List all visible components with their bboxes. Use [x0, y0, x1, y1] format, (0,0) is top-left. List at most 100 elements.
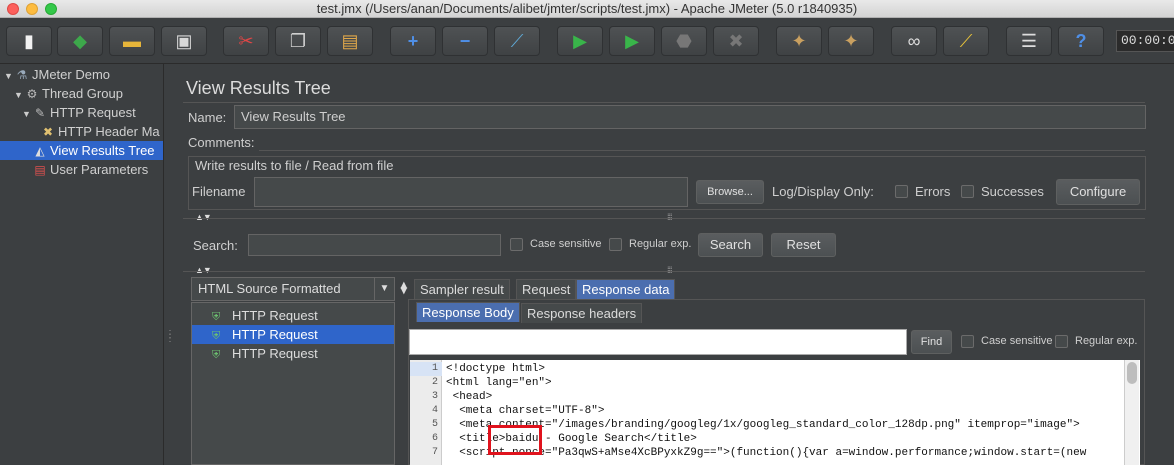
open-button[interactable]: ▬ — [109, 26, 155, 56]
code-line: <!doctype html> — [446, 363, 546, 375]
reset-search-button[interactable]: ⟋ — [943, 26, 989, 56]
list-icon: ☰ — [1020, 30, 1038, 51]
case-sensitive-checkbox[interactable] — [510, 238, 523, 251]
expand-arrow-icon[interactable]: ▼ — [22, 105, 32, 124]
filename-input[interactable] — [254, 177, 688, 207]
splitter-grip-icon[interactable]: ⁞⁞⁞ — [667, 212, 672, 222]
pen-icon: ✎ — [34, 106, 46, 120]
divider-grip-icon[interactable]: ⋮ ⋮ — [165, 330, 175, 344]
list-item[interactable]: ⛨ HTTP Request — [192, 306, 394, 325]
tree-item-view-results-tree[interactable]: ◭ View Results Tree — [0, 141, 163, 160]
comments-field[interactable] — [259, 150, 1145, 151]
tree-item-thread-group[interactable]: ▼ ⚙ Thread Group — [14, 84, 123, 103]
help-button[interactable]: ? — [1058, 26, 1104, 56]
function-helper-button[interactable]: ☰ — [1006, 26, 1052, 56]
new-button[interactable]: ▮ — [6, 26, 52, 56]
sample-result-list: ⛨ HTTP Request ⛨ HTTP Request ⛨ HTTP Reques… — [191, 302, 395, 465]
tab-response-body[interactable]: Response Body — [416, 302, 520, 322]
cut-button[interactable]: ✂ — [223, 26, 269, 56]
binoculars-icon: ∞ — [907, 30, 921, 51]
broom-icon: ⟋ — [959, 30, 973, 51]
search-label: Search: — [193, 238, 238, 253]
paste-button[interactable]: ▤ — [327, 26, 373, 56]
renderer-value: HTML Source Formatted — [198, 281, 341, 296]
find-case-sensitive-checkbox[interactable] — [961, 335, 974, 348]
success-shield-icon: ⛨ — [212, 330, 221, 342]
find-regular-exp-label: Regular exp. — [1075, 335, 1138, 347]
errors-label: Errors — [915, 184, 951, 199]
paste-icon: ▤ — [341, 30, 359, 51]
tree-item-user-parameters[interactable]: ▤ User Parameters — [32, 160, 148, 179]
tab-response-headers[interactable]: Response headers — [521, 303, 643, 323]
find-button[interactable]: Find — [911, 330, 952, 354]
list-item[interactable]: ⛨ HTTP Request — [192, 325, 394, 344]
reset-button[interactable]: Reset — [771, 233, 836, 257]
save-button[interactable]: ▣ — [161, 26, 207, 56]
line-number: 5 — [431, 419, 438, 430]
document-icon: ▤ — [34, 163, 46, 177]
start-no-pause-icon: ▶ — [625, 30, 639, 51]
open-icon: ▬ — [123, 30, 141, 51]
templates-button[interactable]: ◆ — [57, 26, 103, 56]
splitter[interactable] — [183, 218, 1145, 219]
configure-button[interactable]: Configure — [1056, 179, 1140, 205]
tab-sampler-result[interactable]: Sampler result — [414, 279, 510, 299]
collapse-icon: − — [459, 30, 471, 51]
expand-arrow-icon[interactable]: ▼ — [4, 67, 14, 86]
save-icon: ▣ — [175, 30, 193, 51]
test-plan-tree: ▼ ⚗ JMeter Demo ▼ ⚙ Thread Group ▼ ✎ HTTP Requ… — [0, 64, 163, 465]
find-regular-exp-checkbox[interactable] — [1055, 335, 1068, 348]
search-input[interactable] — [248, 234, 501, 256]
tree-item-jmeter-demo[interactable]: ▼ ⚗ JMeter Demo — [4, 65, 110, 84]
flask-icon: ⚗ — [16, 68, 28, 82]
list-item[interactable]: ⛨ HTTP Request — [192, 344, 394, 363]
tab-request[interactable]: Request — [516, 279, 577, 299]
log-display-label: Log/Display Only: — [772, 184, 874, 199]
tree-item-http-header-manager[interactable]: ✖ HTTP Header Ma — [40, 122, 160, 141]
splitter-grip-icon[interactable]: ⁞⁞⁞ — [667, 265, 672, 275]
start-button[interactable]: ▶ — [557, 26, 603, 56]
line-number: 2 — [431, 377, 438, 388]
collapse-arrows-icon[interactable]: ▲▼ — [195, 212, 212, 222]
scrollbar-thumb[interactable] — [1127, 362, 1137, 384]
start-no-pauses-button[interactable]: ▶ — [609, 26, 655, 56]
highlight-annotation-box — [488, 425, 542, 455]
successes-label: Successes — [981, 184, 1044, 199]
regular-exp-checkbox[interactable] — [609, 238, 622, 251]
collapse-arrows-icon[interactable]: ▲▼ — [195, 265, 212, 275]
code-line: <script nonce="Pa3qwS+aMse4XcBPyxkZ9g=="… — [446, 447, 1087, 459]
page-title: View Results Tree — [186, 78, 331, 98]
successes-checkbox[interactable] — [961, 185, 974, 198]
expand-button[interactable]: + — [390, 26, 436, 56]
renderer-select[interactable]: HTML Source Formatted ▼ — [191, 277, 395, 301]
separator — [183, 102, 1145, 103]
editor-scrollbar[interactable] — [1124, 360, 1139, 465]
stop-button[interactable]: ⬣ — [661, 26, 707, 56]
copy-button[interactable]: ❐ — [275, 26, 321, 56]
main-scrollbar[interactable] — [1160, 72, 1174, 465]
find-input[interactable] — [409, 329, 907, 355]
collapse-arrows-icon[interactable]: ◀▶ — [398, 282, 409, 294]
find-case-sensitive-label: Case sensitive — [981, 335, 1053, 347]
shutdown-button[interactable]: ✖ — [713, 26, 759, 56]
tab-response-data[interactable]: Response data — [576, 279, 676, 299]
toggle-button[interactable]: ⟋ — [494, 26, 540, 56]
success-shield-icon: ⛨ — [212, 311, 221, 323]
collapse-button[interactable]: − — [442, 26, 488, 56]
line-number-gutter: 1 2 3 4 5 6 7 — [410, 360, 442, 465]
expand-icon: + — [407, 30, 419, 51]
tree-item-http-request[interactable]: ▼ ✎ HTTP Request — [22, 103, 136, 122]
browse-button[interactable]: Browse... — [696, 180, 764, 204]
splitter[interactable] — [183, 271, 1145, 272]
errors-checkbox[interactable] — [895, 185, 908, 198]
split-divider[interactable] — [163, 64, 172, 465]
clear-icon: ✦ — [791, 30, 807, 51]
elapsed-timer: 00:00:04 — [1116, 30, 1174, 52]
name-field[interactable]: View Results Tree — [234, 105, 1146, 129]
success-shield-icon: ⛨ — [212, 349, 221, 361]
search-button[interactable]: Search — [698, 233, 763, 257]
clear-all-button[interactable]: ✦ — [828, 26, 874, 56]
search-button[interactable]: ∞ — [891, 26, 937, 56]
cut-icon: ✂ — [238, 30, 254, 51]
clear-button[interactable]: ✦ — [776, 26, 822, 56]
